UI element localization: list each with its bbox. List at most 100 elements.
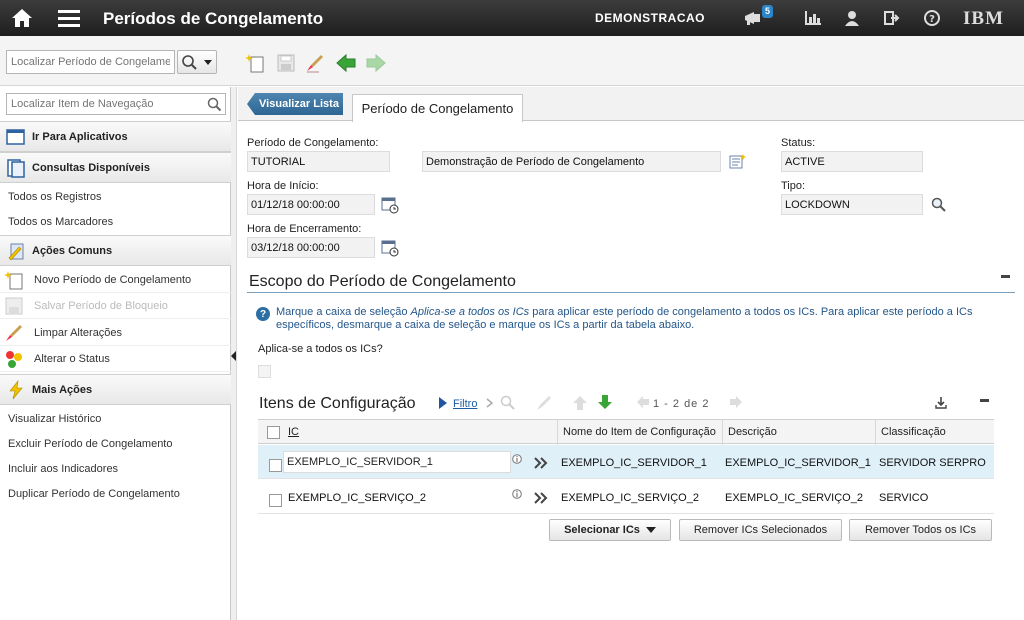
type-lookup-icon[interactable] bbox=[931, 197, 947, 216]
info-help-icon: ? bbox=[256, 307, 270, 321]
new-record-icon[interactable] bbox=[245, 53, 265, 73]
row-checkbox[interactable] bbox=[269, 494, 282, 507]
col-divider bbox=[557, 420, 558, 445]
row-checkbox[interactable] bbox=[269, 459, 282, 472]
sign-out-icon[interactable] bbox=[882, 0, 902, 36]
type-label: Tipo: bbox=[781, 180, 806, 192]
next-page-icon[interactable] bbox=[729, 395, 743, 412]
nav-search-icon[interactable] bbox=[207, 97, 222, 115]
bulletin-board-icon[interactable] bbox=[742, 0, 764, 36]
tab-list-view[interactable]: Visualizar Lista bbox=[247, 93, 343, 115]
move-up-icon[interactable] bbox=[572, 395, 588, 414]
common-actions-label: Ações Comuns bbox=[32, 244, 113, 257]
collapse-table-icon[interactable] bbox=[980, 399, 989, 402]
col-divider bbox=[875, 420, 876, 445]
table-row[interactable]: EXEMPLO_IC_SERVIDOR_1 EXEMPLO_IC_SERVIDO… bbox=[258, 445, 994, 479]
previous-page-icon[interactable] bbox=[636, 395, 650, 412]
start-time-field[interactable]: 01/12/18 00:00:00 bbox=[247, 194, 375, 215]
action-save-lockdown-period[interactable]: Salvar Período de Bloqueio bbox=[0, 293, 231, 319]
notification-count-badge: 5 bbox=[762, 5, 774, 18]
col-ci-name[interactable]: Nome do Item de Configuração bbox=[563, 426, 716, 438]
go-to-detail-icon[interactable] bbox=[534, 492, 548, 504]
remove-all-cis-button[interactable]: Remover Todos os ICs bbox=[849, 519, 992, 541]
period-label: Período de Congelamento: bbox=[247, 137, 379, 149]
chevron-down-icon bbox=[645, 527, 656, 533]
move-down-icon[interactable] bbox=[597, 394, 613, 413]
col-ic[interactable]: IC bbox=[288, 426, 299, 438]
row-description: EXEMPLO_IC_SERVIDOR_1 bbox=[725, 457, 871, 469]
table-search-icon[interactable] bbox=[500, 395, 516, 414]
ci-table-title: Itens de Configuração bbox=[259, 395, 416, 412]
end-calendar-icon[interactable] bbox=[381, 239, 399, 260]
pagination-text: 1 - 2 de 2 bbox=[653, 398, 710, 410]
table-clear-icon[interactable] bbox=[536, 395, 552, 414]
tab-bar: Visualizar Lista Período de Congelamento bbox=[238, 87, 1024, 122]
description-field[interactable]: Demonstração de Período de Congelamento bbox=[422, 151, 721, 172]
action-add-to-indicators[interactable]: Incluir aos Indicadores bbox=[8, 463, 118, 475]
help-icon[interactable]: ? bbox=[922, 0, 942, 36]
action-duplicate-freeze-period[interactable]: Duplicar Período de Congelamento bbox=[8, 488, 180, 500]
type-field[interactable]: LOCKDOWN bbox=[781, 194, 923, 215]
select-all-checkbox[interactable] bbox=[267, 426, 280, 439]
filter-expand-icon[interactable] bbox=[438, 397, 448, 412]
col-description[interactable]: Descrição bbox=[728, 426, 777, 438]
scope-help-text: Marque a caixa de seleção Aplica-se a to… bbox=[276, 306, 973, 331]
query-all-records[interactable]: Todos os Registros bbox=[8, 191, 102, 203]
svg-text:?: ? bbox=[929, 14, 935, 25]
period-field[interactable]: TUTORIAL bbox=[247, 151, 390, 172]
download-icon[interactable] bbox=[934, 396, 948, 413]
more-actions-label: Mais Ações bbox=[32, 383, 93, 396]
home-icon[interactable] bbox=[8, 0, 36, 36]
action-save-lockdown-period-label: Salvar Período de Bloqueio bbox=[34, 299, 168, 312]
applies-all-checkbox[interactable] bbox=[258, 365, 271, 378]
nav-search-input[interactable] bbox=[6, 93, 226, 115]
common-actions-header[interactable]: Ações Comuns bbox=[0, 235, 231, 266]
table-row[interactable]: EXEMPLO_IC_SERVIÇO_2 EXEMPLO_IC_SERVIÇO_… bbox=[258, 480, 994, 514]
col-classification[interactable]: Classificação bbox=[881, 426, 946, 438]
goto-applications-header[interactable]: Ir Para Aplicativos bbox=[0, 121, 231, 152]
action-view-history[interactable]: Visualizar Histórico bbox=[8, 413, 101, 425]
info-icon[interactable] bbox=[512, 489, 522, 499]
end-time-label: Hora de Encerramento: bbox=[247, 223, 362, 235]
more-actions-header[interactable]: Mais Ações bbox=[0, 374, 231, 405]
save-icon[interactable] bbox=[276, 53, 296, 73]
sidebar-splitter[interactable] bbox=[231, 87, 237, 620]
tab-freeze-period[interactable]: Período de Congelamento bbox=[352, 94, 523, 122]
row-ic-field[interactable]: EXEMPLO_IC_SERVIDOR_1 bbox=[283, 451, 511, 473]
clear-changes-icon[interactable] bbox=[305, 53, 325, 73]
collapse-section-icon[interactable] bbox=[1001, 275, 1010, 278]
common-actions-icon bbox=[8, 243, 24, 260]
collapse-sidebar-icon[interactable] bbox=[231, 351, 237, 361]
action-new-freeze-period-label: Novo Período de Congelamento bbox=[34, 273, 192, 286]
ibm-logo: IBM bbox=[963, 8, 1004, 29]
app-title: Períodos de Congelamento bbox=[103, 9, 324, 28]
profile-icon[interactable] bbox=[842, 0, 862, 36]
action-clear-changes[interactable]: Limpar Alterações bbox=[0, 320, 231, 346]
top-navigation-bar: Períodos de Congelamento DEMONSTRACAO 5 … bbox=[0, 0, 1024, 36]
start-calendar-icon[interactable] bbox=[381, 196, 399, 217]
find-record-input[interactable] bbox=[6, 50, 175, 74]
info-icon[interactable] bbox=[512, 454, 522, 464]
row-ic-field[interactable]: EXEMPLO_IC_SERVIÇO_2 bbox=[288, 492, 426, 504]
remove-selected-cis-button[interactable]: Remover ICs Selecionados bbox=[679, 519, 842, 541]
row-ci-name: EXEMPLO_IC_SERVIÇO_2 bbox=[561, 492, 699, 504]
reports-icon[interactable] bbox=[803, 0, 823, 36]
previous-record-icon[interactable] bbox=[336, 53, 356, 73]
filter-link[interactable]: Filtro bbox=[453, 398, 477, 410]
table-header: IC Nome do Item de Configuração Descriçã… bbox=[258, 419, 994, 445]
query-all-bookmarks[interactable]: Todos os Marcadores bbox=[8, 216, 113, 228]
menu-icon[interactable] bbox=[56, 0, 82, 36]
row-classification: SERVIDOR SERPRO bbox=[879, 457, 986, 469]
start-time-label: Hora de Início: bbox=[247, 180, 319, 192]
clear-changes-small-icon bbox=[6, 324, 22, 341]
action-delete-freeze-period[interactable]: Excluir Período de Congelamento bbox=[8, 438, 172, 450]
find-button[interactable] bbox=[177, 50, 217, 74]
action-change-status[interactable]: Alterar o Status bbox=[0, 346, 231, 372]
select-cis-button[interactable]: Selecionar ICs bbox=[549, 519, 671, 541]
go-to-detail-icon[interactable] bbox=[534, 457, 548, 469]
action-new-freeze-period[interactable]: Novo Período de Congelamento bbox=[0, 267, 231, 293]
end-time-field[interactable]: 03/12/18 00:00:00 bbox=[247, 237, 375, 258]
available-queries-header[interactable]: Consultas Disponíveis bbox=[0, 152, 231, 183]
next-record-icon[interactable] bbox=[366, 53, 386, 73]
long-description-icon[interactable] bbox=[729, 153, 747, 174]
